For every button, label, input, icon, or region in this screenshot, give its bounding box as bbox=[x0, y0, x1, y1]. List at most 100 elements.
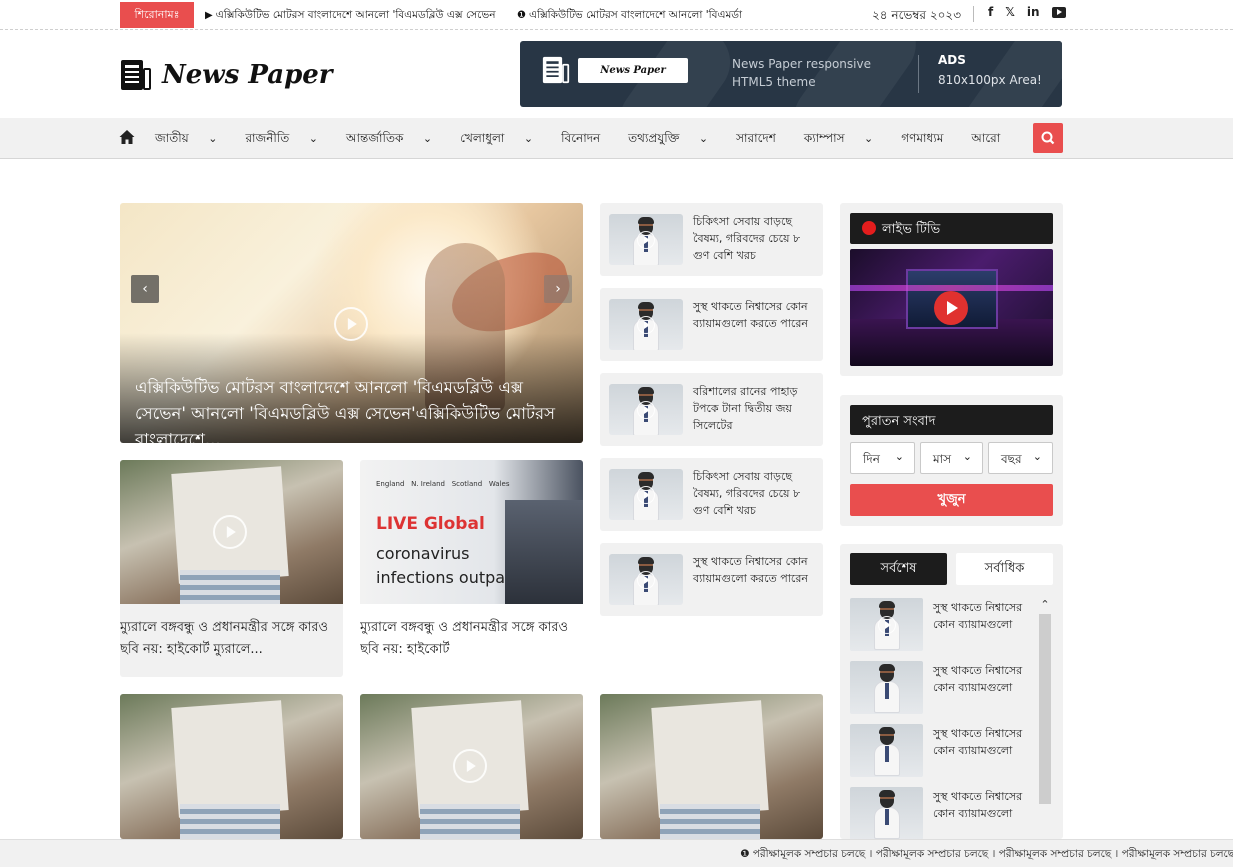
play-icon[interactable] bbox=[213, 515, 247, 549]
nav-item-label: আন্তর্জাতিক bbox=[346, 131, 404, 145]
latest-item[interactable]: সুস্থ থাকতে নিশ্বাসের কোন ব্যায়ামগুলো bbox=[850, 598, 1040, 652]
scrollbar-thumb[interactable] bbox=[1039, 614, 1051, 804]
youtube-icon[interactable] bbox=[1051, 7, 1066, 18]
latest-item[interactable]: সুস্থ থাকতে নিশ্বাসের কোন ব্যায়ামগুলো bbox=[850, 724, 1040, 778]
slider-next-button[interactable]: › bbox=[544, 275, 572, 303]
scrollbar[interactable]: ⌃ bbox=[1038, 598, 1052, 837]
nav-item[interactable]: ক্যাম্পাস ⌄ bbox=[804, 130, 887, 150]
news-thumbnail[interactable]: England N. Ireland Scotland Wales LIVE G… bbox=[360, 460, 583, 604]
news-title[interactable]: সুস্থ থাকতে নিশ্বাসের কোন ব্যায়ামগুলো bbox=[933, 662, 1038, 696]
news-title[interactable]: বরিশালের রানের পাহাড় টপকে টানা দ্বিতীয়… bbox=[693, 383, 817, 434]
chevron-down-icon: ⌄ bbox=[894, 450, 904, 463]
nav-item-label: তথ্যপ্রযুক্তি bbox=[628, 131, 680, 145]
side-news-item[interactable]: সুস্থ থাকতে নিশ্বাসের কোন ব্যায়ামগুলো ক… bbox=[600, 288, 823, 361]
image-text-england: England bbox=[376, 480, 405, 488]
chevron-down-icon: ⌄ bbox=[962, 450, 972, 463]
news-card[interactable]: England N. Ireland Scotland Wales LIVE G… bbox=[360, 460, 583, 677]
search-button[interactable] bbox=[1033, 123, 1063, 153]
year-select[interactable]: বছর ⌄ bbox=[988, 442, 1053, 474]
linkedin-icon[interactable]: in bbox=[1027, 5, 1040, 19]
nav-item[interactable]: গণমাধ্যম bbox=[901, 130, 957, 150]
news-thumbnail[interactable] bbox=[850, 787, 923, 839]
tab-latest[interactable]: সর্বশেষ bbox=[850, 553, 947, 585]
news-thumbnail[interactable] bbox=[120, 694, 343, 839]
news-thumbnail[interactable] bbox=[609, 214, 683, 265]
news-thumbnail[interactable] bbox=[609, 469, 683, 520]
news-thumbnail[interactable] bbox=[120, 460, 343, 604]
news-title[interactable]: ম্যুরালে বঙ্গবন্ধু ও প্রধানমন্ত্রীর সঙ্গ… bbox=[120, 617, 343, 661]
site-logo[interactable]: News Paper bbox=[120, 58, 333, 92]
ticker-item-text[interactable]: এক্সিকিউটিভ মোটরস বাংলাদেশে আনলো 'বিএমডব… bbox=[216, 9, 496, 21]
nav-item-label: খেলাধুলা bbox=[460, 131, 505, 145]
side-news-item[interactable]: চিকিৎসা সেবায় বাড়ছে বৈষম্য, গরিবদের চে… bbox=[600, 458, 823, 531]
person-image bbox=[873, 790, 900, 839]
news-title[interactable]: সুস্থ থাকতে নিশ্বাসের কোন ব্যায়ামগুলো ক… bbox=[693, 298, 817, 332]
play-icon[interactable] bbox=[453, 749, 487, 783]
divider bbox=[973, 6, 974, 22]
ticker-item[interactable]: ❶ এক্সিকিউটিভ মোটরস বাংলাদেশে আনলো 'বিএমর… bbox=[517, 8, 742, 25]
play-icon[interactable] bbox=[637, 315, 655, 334]
nav-item[interactable]: আন্তর্জাতিক ⌄ bbox=[346, 130, 446, 150]
news-thumbnail[interactable] bbox=[609, 384, 683, 435]
news-thumbnail[interactable] bbox=[850, 598, 923, 651]
archive-search-button[interactable]: খুজুন bbox=[850, 484, 1053, 516]
facebook-icon[interactable]: f bbox=[988, 5, 993, 19]
play-icon[interactable] bbox=[637, 400, 655, 419]
play-icon[interactable] bbox=[934, 291, 968, 325]
side-news-item[interactable]: চিকিৎসা সেবায় বাড়ছে বৈষম্য, গরিবদের চে… bbox=[600, 203, 823, 276]
image-text: England N. Ireland Scotland Wales bbox=[376, 480, 510, 488]
hero-title[interactable]: এক্সিকিউটিভ মোটরস বাংলাদেশে আনলো 'বিএমডব… bbox=[135, 375, 575, 443]
play-icon[interactable] bbox=[637, 570, 655, 589]
month-select[interactable]: মাস ⌄ bbox=[920, 442, 983, 474]
live-dot-icon bbox=[862, 221, 876, 235]
nav-item[interactable]: রাজনীতি ⌄ bbox=[245, 130, 332, 150]
news-title[interactable]: সুস্থ থাকতে নিশ্বাসের কোন ব্যায়ামগুলো bbox=[933, 788, 1038, 822]
play-icon[interactable] bbox=[877, 615, 896, 634]
ad-banner[interactable]: News Paper News Paper responsive HTML5 t… bbox=[520, 41, 1062, 107]
news-title[interactable]: চিকিৎসা সেবায় বাড়ছে বৈষম্য, গরিবদের চে… bbox=[693, 213, 817, 264]
nav-item[interactable]: তথ্যপ্রযুক্তি ⌄ bbox=[628, 130, 722, 150]
news-title[interactable]: চিকিৎসা সেবায় বাড়ছে বৈষম্য, গরিবদের চে… bbox=[693, 468, 817, 519]
news-title[interactable]: সুস্থ থাকতে নিশ্বাসের কোন ব্যায়ামগুলো ক… bbox=[693, 553, 817, 587]
news-thumbnail[interactable] bbox=[609, 554, 683, 605]
play-icon[interactable] bbox=[334, 307, 368, 341]
live-tv-player[interactable] bbox=[850, 249, 1053, 366]
day-select[interactable]: দিন ⌄ bbox=[850, 442, 915, 474]
ticker-item-text[interactable]: এক্সিকিউটিভ মোটরস বাংলাদেশে আনলো 'বিএমর্… bbox=[529, 9, 742, 21]
news-thumbnail[interactable] bbox=[360, 694, 583, 839]
slider-prev-button[interactable]: ‹ bbox=[131, 275, 159, 303]
side-news-item[interactable]: বরিশালের রানের পাহাড় টপকে টানা দ্বিতীয়… bbox=[600, 373, 823, 446]
nav-item[interactable]: সারাদেশ bbox=[736, 130, 790, 150]
nav-item[interactable]: জাতীয় ⌄ bbox=[155, 130, 231, 150]
twitter-icon[interactable]: 𝕏 bbox=[1005, 5, 1015, 19]
news-title[interactable]: সুস্থ থাকতে নিশ্বাসের কোন ব্যায়ামগুলো bbox=[933, 725, 1038, 759]
news-title[interactable]: সুস্থ থাকতে নিশ্বাসের কোন ব্যায়ামগুলো bbox=[933, 599, 1038, 633]
side-news-item[interactable]: সুস্থ থাকতে নিশ্বাসের কোন ব্যায়ামগুলো ক… bbox=[600, 543, 823, 616]
ticker-item[interactable]: ▶ এক্সিকিউটিভ মোটরস বাংলাদেশে আনলো 'বিএমড… bbox=[205, 8, 495, 25]
news-thumbnail[interactable] bbox=[850, 724, 923, 777]
nav-item[interactable]: খেলাধুলা ⌄ bbox=[460, 130, 547, 150]
news-title[interactable]: ম্যুরালে বঙ্গবন্ধু ও প্রধানমন্ত্রীর সঙ্গ… bbox=[360, 617, 583, 661]
latest-item[interactable]: সুস্থ থাকতে নিশ্বাসের কোন ব্যায়ামগুলো bbox=[850, 661, 1040, 715]
news-card[interactable] bbox=[120, 694, 343, 839]
hero-slider[interactable]: ‹ › এক্সিকিউটিভ মোটরস বাংলাদেশে আনলো 'বি… bbox=[120, 203, 583, 443]
newspaper-icon bbox=[121, 60, 151, 90]
newspaper-icon bbox=[542, 56, 570, 84]
news-card[interactable] bbox=[600, 694, 823, 839]
nav-item[interactable]: আরো bbox=[971, 130, 1014, 150]
play-icon[interactable] bbox=[637, 485, 655, 504]
news-thumbnail[interactable] bbox=[600, 694, 823, 839]
chevron-up-icon[interactable]: ⌃ bbox=[1038, 598, 1052, 611]
news-thumbnail[interactable] bbox=[850, 661, 923, 714]
play-icon[interactable] bbox=[637, 230, 655, 249]
bottom-ticker-text[interactable]: ❶ পরীক্ষামূলক সম্প্রচার চলছে । পরীক্ষামূ… bbox=[740, 847, 1233, 864]
news-thumbnail[interactable] bbox=[609, 299, 683, 350]
news-card[interactable] bbox=[360, 694, 583, 839]
latest-item[interactable]: সুস্থ থাকতে নিশ্বাসের কোন ব্যায়ামগুলো bbox=[850, 787, 1040, 839]
image-headline: LIVE Global bbox=[376, 514, 485, 534]
home-icon[interactable] bbox=[119, 129, 135, 145]
ticker-label: শিরোনামঃ bbox=[120, 2, 194, 28]
nav-item[interactable]: বিনোদন bbox=[561, 130, 614, 150]
tab-popular[interactable]: সর্বাধিক bbox=[956, 553, 1053, 585]
news-card[interactable]: ম্যুরালে বঙ্গবন্ধু ও প্রধানমন্ত্রীর সঙ্গ… bbox=[120, 460, 343, 677]
